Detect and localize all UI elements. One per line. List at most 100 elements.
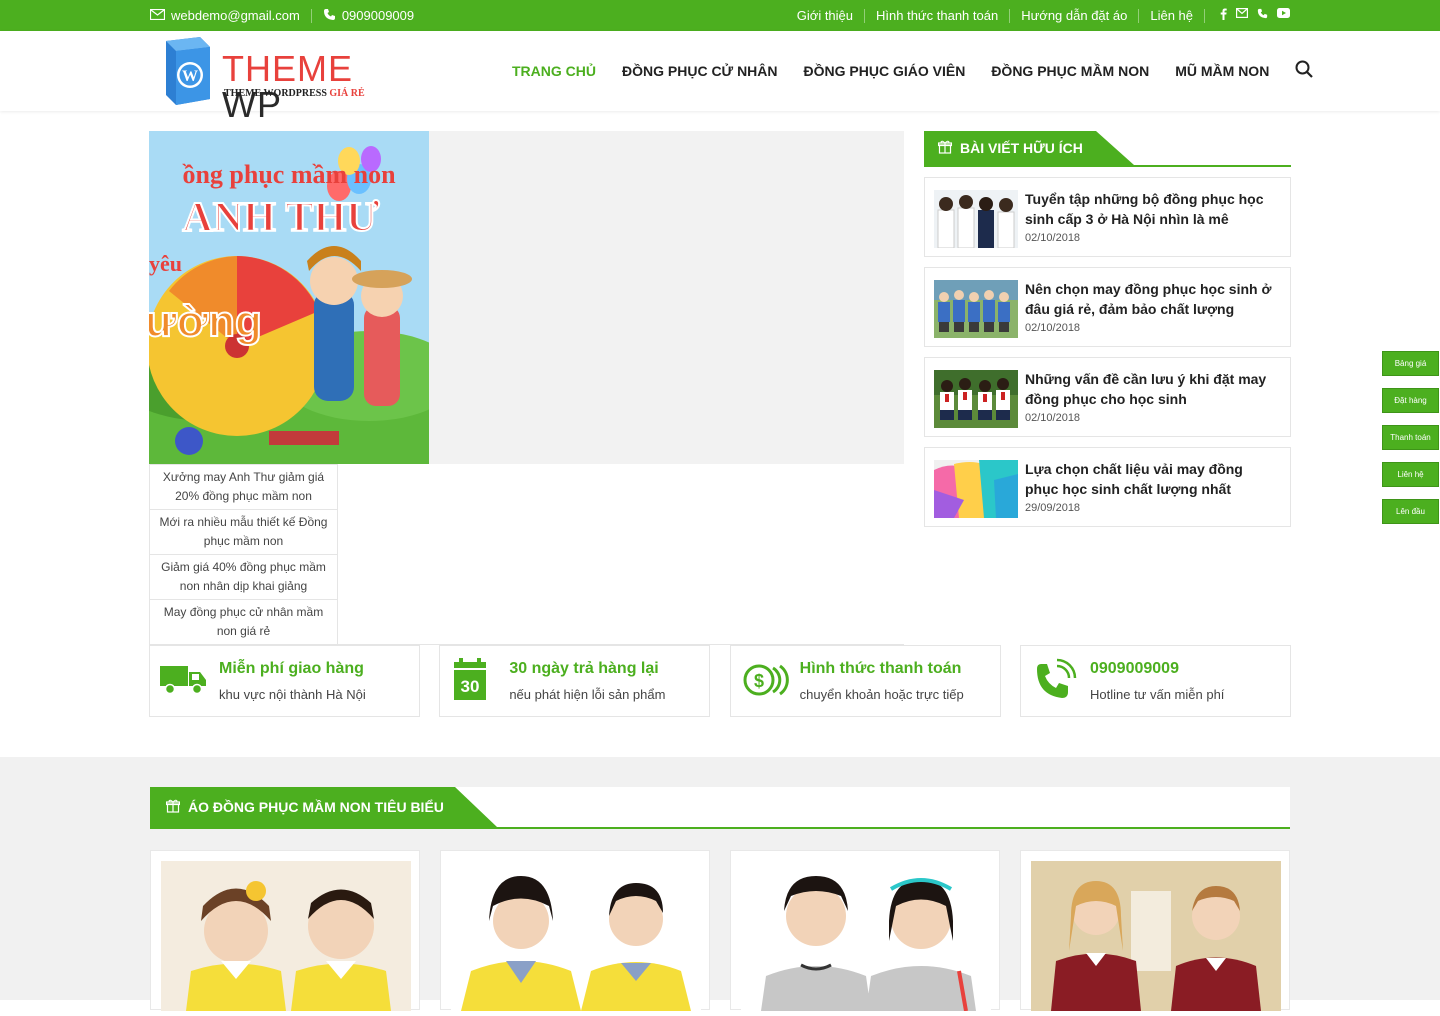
top-bar: webdemo@gmail.com 0909009009 Giới thiệu … <box>0 0 1440 31</box>
feature-title: Hình thức thanh toán <box>799 660 962 677</box>
feature-subtitle: Hotline tư vấn miễn phí <box>1089 687 1225 702</box>
slider-text-yeu: yêu <box>149 251 182 276</box>
contact-button[interactable]: Liên hệ <box>1382 462 1439 487</box>
phone-call-icon[interactable] <box>1257 8 1268 23</box>
product-grid <box>150 850 1290 1012</box>
slider-thumb[interactable]: Giảm giá 40% đồng phục mầm non nhân dịp … <box>150 554 337 599</box>
main-nav: TRANG CHỦ ĐỒNG PHỤC CỬ NHÂN ĐỒNG PHỤC GI… <box>512 31 1314 111</box>
post-date: 02/10/2018 <box>1025 412 1081 424</box>
sidebar-post[interactable]: Những vấn đề cần lưu ý khi đặt may đồng … <box>924 357 1291 437</box>
feature-hotline: 0909009009 Hotline tư vấn miễn phí <box>1019 645 1291 717</box>
post-date: 02/10/2018 <box>1025 232 1081 244</box>
post-thumbnail[interactable] <box>934 190 1018 248</box>
phone-contact[interactable]: 0909009009 <box>323 8 414 24</box>
slider-text-truong: ường <box>149 297 262 346</box>
search-icon[interactable] <box>1295 60 1314 83</box>
sidebar-heading-text: BÀI VIẾT HỮU ÍCH <box>960 140 1083 156</box>
post-title[interactable]: Lựa chọn chất liệu vải may đồng phục học… <box>1025 460 1275 499</box>
post-title[interactable]: Tuyển tập những bộ đồng phục học sinh cấ… <box>1025 190 1275 229</box>
featured-products-section: ÁO ĐỒNG PHỤC MẦM NON TIÊU BIỂU <box>0 757 1440 1012</box>
feature-return-policy: 30 30 ngày trả hàng lại nếu phát hiện lỗ… <box>439 645 711 717</box>
feature-subtitle: nếu phát hiện lỗi sản phẩm <box>509 687 666 702</box>
coins-icon: $ <box>743 664 789 696</box>
top-link-contact[interactable]: Liên hệ <box>1150 8 1193 23</box>
top-link-about[interactable]: Giới thiệu <box>797 8 853 23</box>
top-link-payment[interactable]: Hình thức thanh toán <box>876 8 998 23</box>
product-card[interactable] <box>730 850 1000 1012</box>
email-text: webdemo@gmail.com <box>171 8 300 23</box>
slider-brand: ANH THƯ <box>182 195 380 241</box>
post-title[interactable]: Những vấn đề cần lưu ý khi đặt may đồng … <box>1025 370 1275 409</box>
slider-thumb[interactable]: Mới ra nhiều mẫu thiết kế Đồng phục mầm … <box>150 509 337 554</box>
facebook-icon[interactable] <box>1220 8 1227 23</box>
feature-subtitle: chuyển khoản hoặc trực tiếp <box>799 687 964 702</box>
product-card[interactable] <box>1020 850 1290 1011</box>
floating-action-buttons: Bảng giá Đặt hàng Thanh toán Liên hệ Lên… <box>1382 351 1439 536</box>
back-to-top-button[interactable]: Lên đầu <box>1382 499 1439 524</box>
feature-free-shipping: Miễn phí giao hàng khu vực nội thành Hà … <box>149 645 420 717</box>
service-features: Miễn phí giao hàng khu vực nội thành Hà … <box>149 645 1291 717</box>
envelope-icon <box>149 8 166 23</box>
email-contact[interactable]: webdemo@gmail.com <box>149 8 300 23</box>
sidebar-heading: BÀI VIẾT HỮU ÍCH <box>924 131 1291 167</box>
logo-subtitle: THEME WORDPRESS GIÁ RẺ <box>224 88 365 99</box>
logo-subtitle-accent: GIÁ RẺ <box>329 88 365 99</box>
mail-icon[interactable] <box>1236 8 1249 23</box>
phone-ring-icon <box>1036 658 1077 698</box>
calendar-icon-number: 30 <box>461 677 480 696</box>
payment-button[interactable]: Thanh toán <box>1382 425 1439 450</box>
product-image[interactable] <box>451 861 701 1011</box>
nav-item-preschool-uniform[interactable]: ĐỒNG PHỤC MẦM NON <box>991 63 1149 79</box>
news-slider: ồng phục mầm non ANH THƯ yêu ường Xưởng … <box>149 131 904 645</box>
svg-text:$: $ <box>754 671 764 691</box>
divider <box>1009 8 1011 23</box>
product-card[interactable] <box>440 850 710 1011</box>
post-thumbnail[interactable] <box>934 370 1018 428</box>
feature-payment: $ Hình thức thanh toán chuyển khoản hoặc… <box>729 645 1001 717</box>
product-card[interactable] <box>150 850 420 1011</box>
nav-item-home[interactable]: TRANG CHỦ <box>512 63 596 79</box>
sidebar-post[interactable]: Nên chọn may đồng phục học sinh ở đâu gi… <box>924 267 1291 347</box>
nav-item-preschool-hat[interactable]: MŨ MẦM NON <box>1175 63 1269 79</box>
slider-image[interactable]: ồng phục mầm non ANH THƯ yêu ường <box>149 131 429 464</box>
post-date: 02/10/2018 <box>1025 322 1081 334</box>
top-link-guide[interactable]: Hướng dẫn đặt áo <box>1021 8 1127 23</box>
section-heading-text: ÁO ĐỒNG PHỤC MẦM NON TIÊU BIỂU <box>188 799 444 815</box>
sidebar-post[interactable]: Tuyển tập những bộ đồng phục học sinh cấ… <box>924 177 1291 257</box>
product-image[interactable] <box>1031 861 1281 1011</box>
divider <box>310 8 312 23</box>
product-image[interactable] <box>741 861 991 1012</box>
svg-text:W: W <box>182 68 198 85</box>
product-image[interactable] <box>161 861 411 1011</box>
feature-subtitle: khu vực nội thành Hà Nội <box>219 687 366 702</box>
content-area: ồng phục mầm non ANH THƯ yêu ường Xưởng … <box>0 111 1440 757</box>
phone-icon <box>323 8 336 24</box>
nav-item-teacher-uniform[interactable]: ĐỒNG PHỤC GIÁO VIÊN <box>804 63 966 79</box>
slider-thumb[interactable]: May đồng phục cử nhân mầm non giá rẻ <box>150 599 337 644</box>
post-thumbnail[interactable] <box>934 460 1018 518</box>
logo-cube-icon: W <box>166 37 210 105</box>
feature-title[interactable]: 0909009009 <box>1090 660 1179 678</box>
divider <box>864 8 866 23</box>
sidebar-post[interactable]: Lựa chọn chất liệu vải may đồng phục học… <box>924 447 1291 527</box>
truck-icon <box>160 666 206 695</box>
nav-item-graduation-uniform[interactable]: ĐỒNG PHỤC CỬ NHÂN <box>622 63 778 79</box>
post-thumbnail[interactable] <box>934 280 1018 338</box>
site-logo[interactable]: W THEME WP THEME WORDPRESS GIÁ RẺ <box>158 35 418 123</box>
slider-thumbnail-list: Xưởng may Anh Thư giảm giá 20% đồng phục… <box>149 464 338 645</box>
divider <box>1204 8 1205 23</box>
slider-thumb[interactable]: Xưởng may Anh Thư giảm giá 20% đồng phục… <box>150 464 337 509</box>
price-list-button[interactable]: Bảng giá <box>1382 351 1439 376</box>
order-button[interactable]: Đặt hàng <box>1382 388 1439 413</box>
feature-title: 30 ngày trả hàng lại <box>509 660 659 677</box>
post-date: 29/09/2018 <box>1025 502 1081 514</box>
calendar-30-icon: 30 <box>454 658 487 700</box>
logo-title-main: THEME <box>222 48 353 89</box>
youtube-icon[interactable] <box>1277 8 1290 23</box>
section-heading: ÁO ĐỒNG PHỤC MẦM NON TIÊU BIỂU <box>150 787 1290 829</box>
gift-icon <box>938 140 953 157</box>
feature-title: Miễn phí giao hàng <box>219 660 364 677</box>
post-title[interactable]: Nên chọn may đồng phục học sinh ở đâu gi… <box>1025 280 1275 319</box>
logo-subtitle-main: THEME WORDPRESS <box>224 88 330 99</box>
site-header: W THEME WP THEME WORDPRESS GIÁ RẺ TRANG … <box>0 31 1440 123</box>
